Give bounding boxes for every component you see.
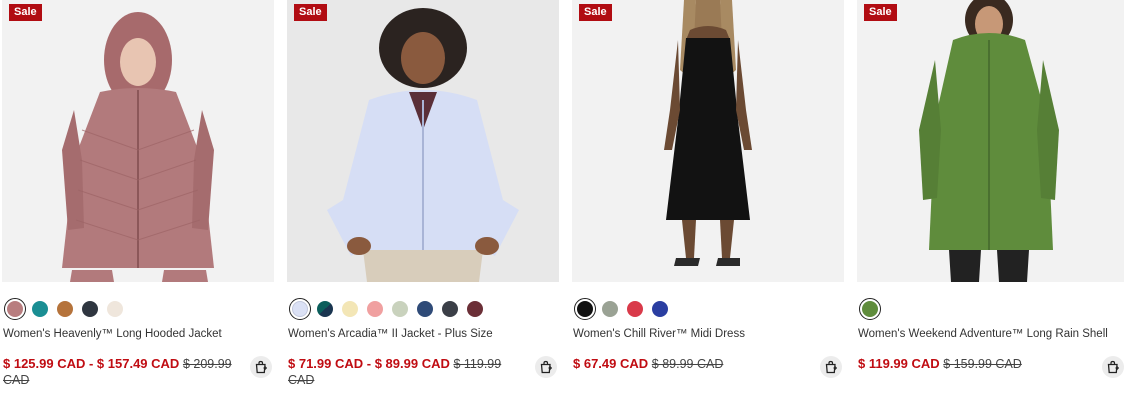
product-card[interactable]: Sale Women's Weekend Adventure™ Long Rai… (857, 0, 1124, 400)
quick-add-button[interactable] (535, 356, 557, 378)
model-in-mauve-jacket-illustration (2, 0, 274, 282)
model-in-green-rain-shell-illustration (857, 0, 1124, 282)
color-swatch-red[interactable] (624, 298, 646, 320)
quick-add-bag-icon (255, 360, 267, 374)
product-card[interactable]: Sale Women's Chill River™ Midi Dress $ 6… (572, 0, 844, 400)
sale-badge: Sale (9, 4, 42, 21)
product-price: $ 125.99 CAD - $ 157.49 CAD $ 209.99 CAD (3, 356, 239, 388)
sale-price-range: $ 125.99 CAD - $ 157.49 CAD (3, 356, 180, 371)
color-swatch-royal-blue[interactable] (649, 298, 671, 320)
color-swatch-mauve[interactable] (4, 298, 26, 320)
product-card[interactable]: Sale Women's Heavenly™ Long Hooded Jacke… (2, 0, 274, 400)
original-price: $ 89.99 CAD (651, 357, 724, 371)
quick-add-bag-icon (540, 360, 552, 374)
color-swatch-light-blue[interactable] (289, 298, 311, 320)
sale-badge: Sale (294, 4, 327, 21)
color-swatch-sage[interactable] (389, 298, 411, 320)
product-grid: Sale Women's Heavenly™ Long Hooded Jacke… (0, 0, 1124, 400)
product-image[interactable]: Sale (857, 0, 1124, 282)
product-price: $ 119.99 CAD $ 159.99 CAD (858, 356, 1094, 372)
color-swatch-pale-yellow[interactable] (339, 298, 361, 320)
color-swatch-teal[interactable] (29, 298, 51, 320)
product-name[interactable]: Women's Chill River™ Midi Dress (573, 328, 745, 340)
original-price: $ 159.99 CAD (943, 357, 1022, 371)
sale-badge: Sale (864, 4, 897, 21)
quick-add-button[interactable] (250, 356, 272, 378)
color-swatch-charcoal[interactable] (79, 298, 101, 320)
product-price: $ 67.49 CAD $ 89.99 CAD (573, 356, 809, 372)
color-swatch-charcoal[interactable] (439, 298, 461, 320)
model-in-light-blue-jacket-illustration (287, 0, 559, 282)
color-swatch-teal-navy[interactable] (314, 298, 336, 320)
product-image[interactable]: Sale (287, 0, 559, 282)
product-name[interactable]: Women's Arcadia™ II Jacket - Plus Size (288, 328, 493, 340)
product-name[interactable]: Women's Heavenly™ Long Hooded Jacket (3, 328, 222, 340)
product-image[interactable]: Sale (572, 0, 844, 282)
color-swatch-cream[interactable] (104, 298, 126, 320)
color-swatch-plum[interactable] (464, 298, 486, 320)
sale-badge: Sale (579, 4, 612, 21)
model-in-black-dress-illustration (572, 0, 844, 282)
quick-add-button[interactable] (820, 356, 842, 378)
product-image[interactable]: Sale (2, 0, 274, 282)
product-price: $ 71.99 CAD - $ 89.99 CAD $ 119.99 CAD (288, 356, 524, 388)
color-swatch-pink[interactable] (364, 298, 386, 320)
product-card[interactable]: Sale Women's Arcadia™ II Jacket - Plus S… (287, 0, 559, 400)
quick-add-bag-icon (825, 360, 837, 374)
quick-add-bag-icon (1107, 360, 1119, 374)
sale-price-range: $ 71.99 CAD - $ 89.99 CAD (288, 356, 450, 371)
color-swatch-black[interactable] (574, 298, 596, 320)
sale-price: $ 67.49 CAD (573, 356, 649, 371)
color-swatch-stone-green[interactable] (599, 298, 621, 320)
quick-add-button[interactable] (1102, 356, 1124, 378)
product-name[interactable]: Women's Weekend Adventure™ Long Rain She… (858, 328, 1108, 340)
color-swatch-camel[interactable] (54, 298, 76, 320)
sale-price: $ 119.99 CAD (858, 356, 940, 371)
color-swatch-navy[interactable] (414, 298, 436, 320)
color-swatch-green[interactable] (859, 298, 881, 320)
